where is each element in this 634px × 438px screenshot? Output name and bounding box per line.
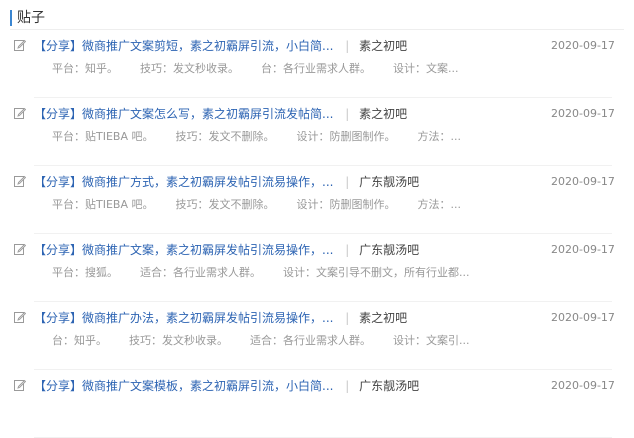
title-separator: |	[345, 243, 350, 257]
forum-link[interactable]: 广东靓汤吧	[359, 379, 419, 393]
meta-item: 设计：防删图制作。	[296, 130, 396, 143]
edit-icon	[14, 39, 26, 51]
meta-item: 设计：文案...	[393, 62, 459, 75]
forum-link[interactable]: 素之初吧	[359, 39, 407, 53]
title-separator: |	[345, 107, 350, 121]
post-title-line: 【分享】微商推广文案怎么写，素之初霸屏引流发帖简... | 素之初吧	[34, 106, 407, 122]
post-meta: 平台：知乎。 技巧：发文秒收录。 台：各行业需求人群。 设计：文案...	[52, 62, 481, 76]
post-title-link[interactable]: 【分享】微商推广文案怎么写，素之初霸屏引流发帖简...	[34, 107, 333, 121]
post-meta: 台：知乎。 技巧：发文秒收录。 适合：各行业需求人群。 设计：文案引...	[52, 334, 492, 348]
post-meta: 平台：搜狐。 适合：各行业需求人群。 设计：文案引导不删文，所有行业都...	[52, 266, 492, 280]
meta-item: 适合：各行业需求人群。	[250, 334, 371, 347]
meta-item: 技巧：发文秒收录。	[140, 62, 239, 75]
section-title: 贴子	[17, 10, 45, 26]
section-header: 贴子	[10, 9, 45, 27]
post-item: 【分享】微商推广办法，素之初霸屏发帖引流易操作，... | 素之初吧 2020-…	[0, 302, 634, 370]
post-date: 2020-09-17	[551, 39, 615, 52]
post-title-line: 【分享】微商推广方式，素之初霸屏发帖引流易操作，... | 广东靓汤吧	[34, 174, 419, 190]
meta-item: 方法：...	[417, 198, 461, 211]
post-date: 2020-09-17	[551, 311, 615, 324]
post-meta: 平台：贴TIEBA 吧。 技巧：发文不删除。 设计：防删图制作。 方法：...	[52, 130, 483, 144]
post-title-line: 【分享】微商推广文案，素之初霸屏发帖引流易操作，... | 广东靓汤吧	[34, 242, 419, 258]
post-title-link[interactable]: 【分享】微商推广文案，素之初霸屏发帖引流易操作，...	[34, 243, 333, 257]
edit-icon	[14, 379, 26, 391]
post-title-link[interactable]: 【分享】微商推广方式，素之初霸屏发帖引流易操作，...	[34, 175, 333, 189]
meta-item: 平台：贴TIEBA 吧。	[52, 198, 154, 211]
forum-link[interactable]: 广东靓汤吧	[359, 243, 419, 257]
edit-icon	[14, 311, 26, 323]
section-accent-bar	[10, 10, 12, 26]
post-date: 2020-09-17	[551, 175, 615, 188]
meta-item: 平台：知乎。	[52, 62, 118, 75]
post-list: 【分享】微商推广文案剪短，素之初霸屏引流，小白简... | 素之初吧 2020-…	[0, 30, 634, 438]
post-title-link[interactable]: 【分享】微商推广文案剪短，素之初霸屏引流，小白简...	[34, 39, 333, 53]
post-title-line: 【分享】微商推广文案剪短，素之初霸屏引流，小白简... | 素之初吧	[34, 38, 407, 54]
post-date: 2020-09-17	[551, 243, 615, 256]
forum-link[interactable]: 素之初吧	[359, 107, 407, 121]
edit-icon	[14, 107, 26, 119]
meta-item: 技巧：发文不删除。	[175, 198, 275, 211]
forum-link[interactable]: 广东靓汤吧	[359, 175, 419, 189]
post-item: 【分享】微商推广文案模板，素之初霸屏引流，小白简... | 广东靓汤吧 2020…	[0, 370, 634, 438]
post-title-link[interactable]: 【分享】微商推广文案模板，素之初霸屏引流，小白简...	[34, 379, 333, 393]
meta-item: 方法：...	[417, 130, 461, 143]
post-date: 2020-09-17	[551, 107, 615, 120]
post-title-line: 【分享】微商推广办法，素之初霸屏发帖引流易操作，... | 素之初吧	[34, 310, 407, 326]
post-date: 2020-09-17	[551, 379, 615, 392]
post-item: 【分享】微商推广文案，素之初霸屏发帖引流易操作，... | 广东靓汤吧 2020…	[0, 234, 634, 302]
post-title-line: 【分享】微商推广文案模板，素之初霸屏引流，小白简... | 广东靓汤吧	[34, 378, 419, 394]
post-title-link[interactable]: 【分享】微商推广办法，素之初霸屏发帖引流易操作，...	[34, 311, 333, 325]
title-separator: |	[345, 311, 350, 325]
post-item: 【分享】微商推广方式，素之初霸屏发帖引流易操作，... | 广东靓汤吧 2020…	[0, 166, 634, 234]
meta-item: 台：知乎。	[52, 334, 107, 347]
forum-link[interactable]: 素之初吧	[359, 311, 407, 325]
post-item: 【分享】微商推广文案怎么写，素之初霸屏引流发帖简... | 素之初吧 2020-…	[0, 98, 634, 166]
meta-item: 技巧：发文不删除。	[175, 130, 275, 143]
title-separator: |	[345, 379, 350, 393]
meta-item: 设计：文案引...	[393, 334, 470, 347]
edit-icon	[14, 175, 26, 187]
meta-item: 设计：防删图制作。	[296, 198, 396, 211]
meta-item: 平台：搜狐。	[52, 266, 118, 279]
meta-item: 适合：各行业需求人群。	[140, 266, 261, 279]
meta-item: 台：各行业需求人群。	[261, 62, 371, 75]
title-separator: |	[345, 39, 350, 53]
edit-icon	[14, 243, 26, 255]
meta-item: 技巧：发文秒收录。	[129, 334, 228, 347]
post-meta: 平台：贴TIEBA 吧。 技巧：发文不删除。 设计：防删图制作。 方法：...	[52, 198, 483, 212]
title-separator: |	[345, 175, 350, 189]
meta-item: 设计：文案引导不删文，所有行业都...	[283, 266, 470, 279]
post-item: 【分享】微商推广文案剪短，素之初霸屏引流，小白简... | 素之初吧 2020-…	[0, 30, 634, 98]
meta-item: 平台：贴TIEBA 吧。	[52, 130, 154, 143]
